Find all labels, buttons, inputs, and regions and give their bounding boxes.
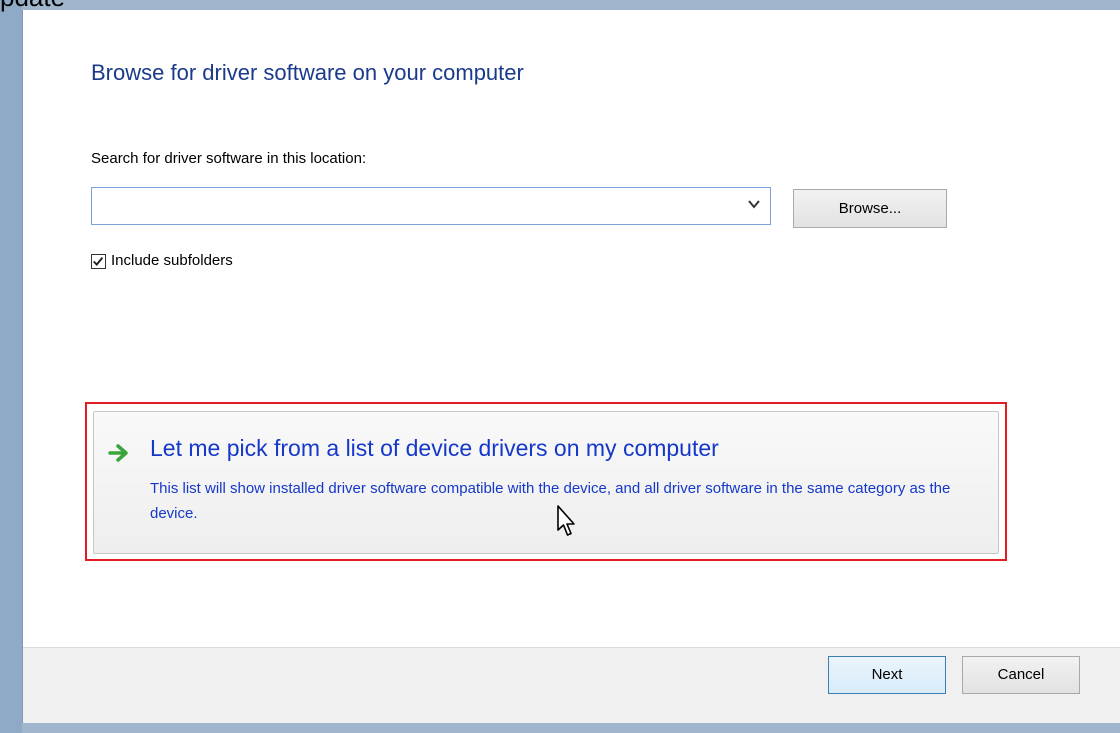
- include-subfolders-label: Include subfolders: [111, 252, 233, 269]
- search-location-input[interactable]: [96, 190, 740, 222]
- dialog-footer: [23, 647, 1120, 723]
- search-location-combobox[interactable]: [91, 187, 771, 225]
- mouse-cursor-icon: [557, 505, 575, 536]
- chevron-down-icon[interactable]: [746, 196, 762, 212]
- search-location-label: Search for driver software in this locat…: [91, 150, 367, 167]
- checkmark-icon: [93, 256, 104, 266]
- window-frame: [0, 0, 22, 733]
- window-title: pdate: [0, 0, 65, 10]
- next-button[interactable]: Next: [828, 656, 946, 694]
- arrow-right-icon: [108, 444, 128, 462]
- checkbox[interactable]: [91, 254, 106, 269]
- driver-update-dialog: Browse for driver software on your compu…: [22, 10, 1120, 723]
- page-title: Browse for driver software on your compu…: [91, 60, 524, 85]
- cancel-button[interactable]: Cancel: [962, 656, 1080, 694]
- pick-option-title[interactable]: Let me pick from a list of device driver…: [150, 435, 719, 462]
- browse-button[interactable]: Browse...: [793, 189, 947, 228]
- pick-from-list-option[interactable]: Let me pick from a list of device driver…: [93, 411, 999, 554]
